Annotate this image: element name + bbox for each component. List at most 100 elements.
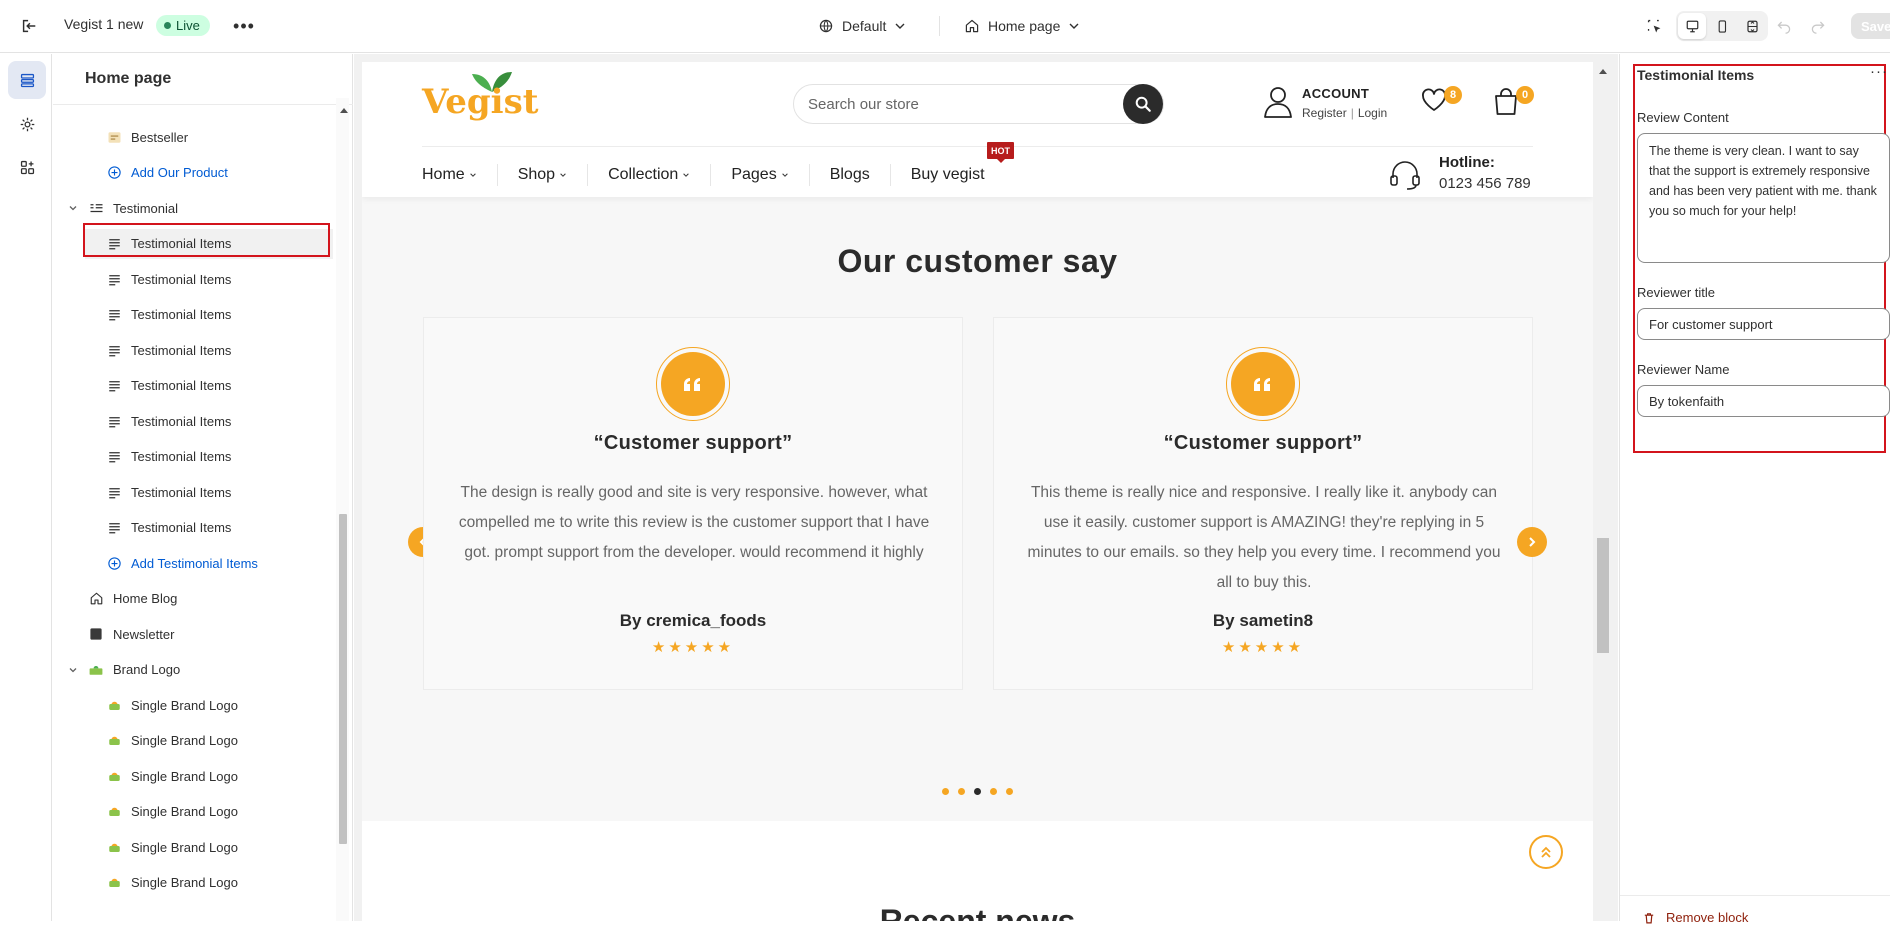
sections-sidebar: Home page Bestseller Add Our Product Testi… [53,54,353,921]
testimonial-card: “Customer support” This theme is really … [993,317,1533,690]
storefront-preview: Vegist ACCOUNT Register | Login 8 0 Home… [362,62,1593,921]
plus-circle-icon [106,165,122,181]
redo-icon[interactable] [1808,16,1828,36]
section-row[interactable]: Newsletter [67,619,333,649]
template-selector[interactable]: Default [818,14,906,38]
pagination-dot[interactable] [990,788,997,795]
star-icon: ★ [1221,639,1239,656]
more-actions-button[interactable]: ••• [232,15,256,37]
nav-label: Collection [608,166,679,183]
save-button[interactable]: Save [1851,13,1890,39]
panel-title: Testimonial Items [1637,67,1755,83]
pagination-dot[interactable] [958,788,965,795]
register-link[interactable]: Register [1302,106,1347,120]
add-block-link[interactable]: Add Testimonial Items [85,548,333,578]
block-row[interactable]: Testimonial Items [85,406,333,436]
add-block-link[interactable]: Add Our Product [85,158,333,188]
reviewer-title-field[interactable] [1637,308,1890,340]
pagination-dot[interactable] [974,788,981,795]
store-logo[interactable]: Vegist [422,68,542,128]
tree-item-label: Add Testimonial Items [131,555,258,571]
review-content-field[interactable]: The theme is very clean. I want to say t… [1637,133,1890,263]
fullscreen-icon[interactable] [1738,13,1766,39]
inspector-icon[interactable] [1642,14,1666,38]
store-nav-item[interactable]: Collection [587,164,710,186]
tree-item-label: Testimonial Items [131,520,232,535]
preview-scrollbar[interactable] [1596,62,1610,921]
block-row[interactable]: Testimonial Items [85,335,333,365]
undo-icon[interactable] [1774,16,1794,36]
exit-icon[interactable] [18,15,40,37]
user-icon[interactable] [1262,85,1294,119]
divider [939,16,940,36]
divider [53,104,353,105]
page-selector[interactable]: Home page [964,14,1080,38]
store-nav-item[interactable]: Shop [496,164,587,186]
divider [422,146,1533,147]
settings-gear-icon[interactable] [8,105,46,143]
star-rating: ★★★★★ [994,638,1532,656]
chevron-down-icon [895,23,905,29]
block-row[interactable]: Bestseller [85,122,333,152]
store-nav-item[interactable]: Blogs [808,164,890,186]
preview-scrollbar-thumb[interactable] [1597,538,1609,653]
block-row[interactable]: Single Brand Logo [85,832,333,862]
mobile-icon[interactable] [1708,13,1736,39]
brand-thumb-icon [106,768,122,784]
chevron-down-icon[interactable] [67,203,79,213]
brand-thumb-icon [106,733,122,749]
heart-icon[interactable] [1420,86,1448,114]
sidebar-scrollbar-thumb[interactable] [339,514,347,844]
store-nav-item[interactable]: Pages [710,164,808,186]
hotline-number[interactable]: 0123 456 789 [1439,175,1531,192]
chevron-down-icon [559,171,567,179]
block-row[interactable]: Single Brand Logo [85,726,333,756]
star-icon: ★ [717,639,735,656]
desktop-icon[interactable] [1678,13,1706,39]
section-row[interactable]: Brand Logo [67,655,333,685]
block-row[interactable]: Single Brand Logo [85,797,333,827]
block-row[interactable]: Testimonial Items [85,442,333,472]
newsletter-icon [88,626,104,642]
store-nav-item[interactable]: Buy vegist [889,164,1005,186]
block-row[interactable]: Single Brand Logo [85,690,333,720]
star-icon: ★ [701,639,718,656]
section-row[interactable]: Home Blog [67,584,333,614]
apps-icon[interactable] [8,148,46,186]
tree-item-label: Testimonial Items [131,307,232,322]
store-nav-item[interactable]: Home [422,164,497,186]
store-search-input[interactable] [808,85,1098,123]
login-link[interactable]: Login [1358,106,1387,120]
testimonial-section[interactable]: Our customer say “Customer support” The … [362,197,1593,821]
panel-more-button[interactable]: ··· [1870,63,1888,80]
chevron-down-icon[interactable] [67,665,79,675]
quote-badge [656,347,730,421]
reviewer-name-field[interactable] [1637,385,1890,417]
search-button[interactable] [1123,84,1163,124]
block-row[interactable]: Single Brand Logo [85,868,333,898]
block-row[interactable]: Testimonial Items [85,300,333,330]
nav-label: Buy vegist [910,166,985,183]
pagination-dot[interactable] [942,788,949,795]
account-links: Register | Login [1302,106,1387,120]
pagination-dot[interactable] [1006,788,1013,795]
sections-icon[interactable] [8,61,46,99]
account-label[interactable]: ACCOUNT [1302,86,1369,101]
block-row[interactable]: Testimonial Items [85,477,333,507]
block-row[interactable]: Single Brand Logo [85,761,333,791]
live-label: Live [176,18,200,33]
tree-item-label: Testimonial Items [131,449,232,464]
remove-block-button[interactable]: Remove block [1642,910,1748,925]
block-row[interactable]: Testimonial Items [85,513,333,543]
nav-label: Home [422,166,465,183]
text-block-icon [106,484,122,500]
section-row[interactable]: Testimonial [67,193,333,223]
scroll-up-icon[interactable] [340,108,348,113]
brand-logo-icon [88,662,104,678]
next-arrow-icon[interactable] [1517,527,1547,557]
tree-item-label: Testimonial Items [131,342,232,358]
scroll-up-icon[interactable] [1599,69,1607,74]
block-row[interactable]: Testimonial Items [85,264,333,294]
block-row[interactable]: Testimonial Items [85,371,333,401]
back-to-top-icon[interactable] [1529,835,1563,869]
